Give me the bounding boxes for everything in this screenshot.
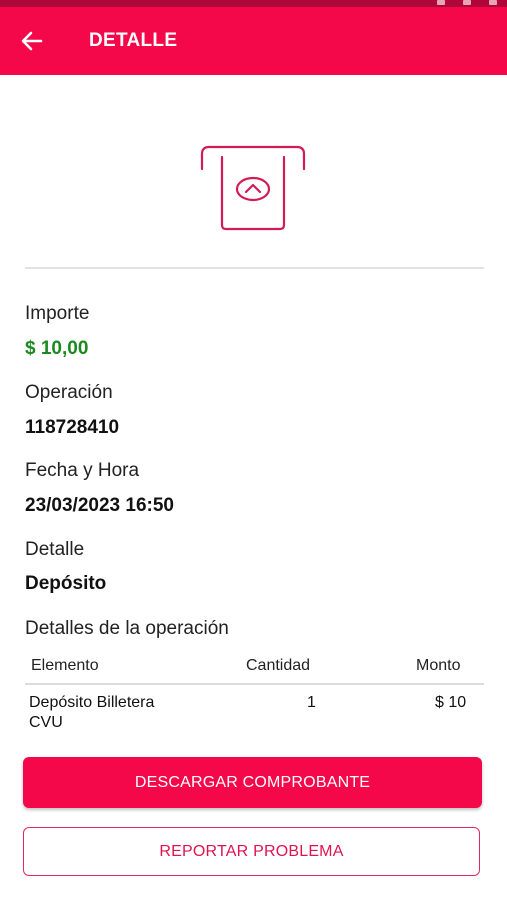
app-bar: DETALLE — [0, 7, 507, 75]
page-title: DETALLE — [89, 30, 178, 51]
row-element-line1: Depósito Billetera — [29, 694, 155, 711]
column-header-amount: Monto — [416, 657, 461, 674]
row-amount: $ 10 — [435, 694, 467, 711]
status-bar — [0, 0, 507, 7]
row-quantity: 1 — [307, 694, 316, 711]
row-element-line2: CVU — [29, 714, 63, 731]
arrow-left-icon — [21, 31, 43, 51]
back-button[interactable] — [14, 23, 50, 59]
atm-deposit-icon — [200, 145, 306, 231]
operation-value: 118728410 — [25, 417, 120, 438]
operation-label: Operación — [25, 382, 113, 403]
datetime-value: 23/03/2023 16:50 — [25, 495, 174, 516]
datetime-label: Fecha y Hora — [25, 460, 140, 481]
column-header-quantity: Cantidad — [246, 657, 311, 674]
detail-label: Detalle — [25, 539, 85, 560]
column-header-element: Elemento — [31, 657, 99, 674]
detail-value: Depósito — [25, 573, 107, 594]
table-header-divider — [25, 683, 484, 685]
amount-label: Importe — [25, 303, 90, 324]
status-icons — [437, 0, 497, 7]
operation-details-title: Detalles de la operación — [25, 618, 229, 639]
report-problem-button[interactable]: REPORTAR PROBLEMA — [23, 827, 480, 876]
download-receipt-button[interactable]: DESCARGAR COMPROBANTE — [23, 757, 482, 808]
amount-value: $ 10,00 — [25, 338, 89, 359]
divider — [25, 267, 484, 269]
